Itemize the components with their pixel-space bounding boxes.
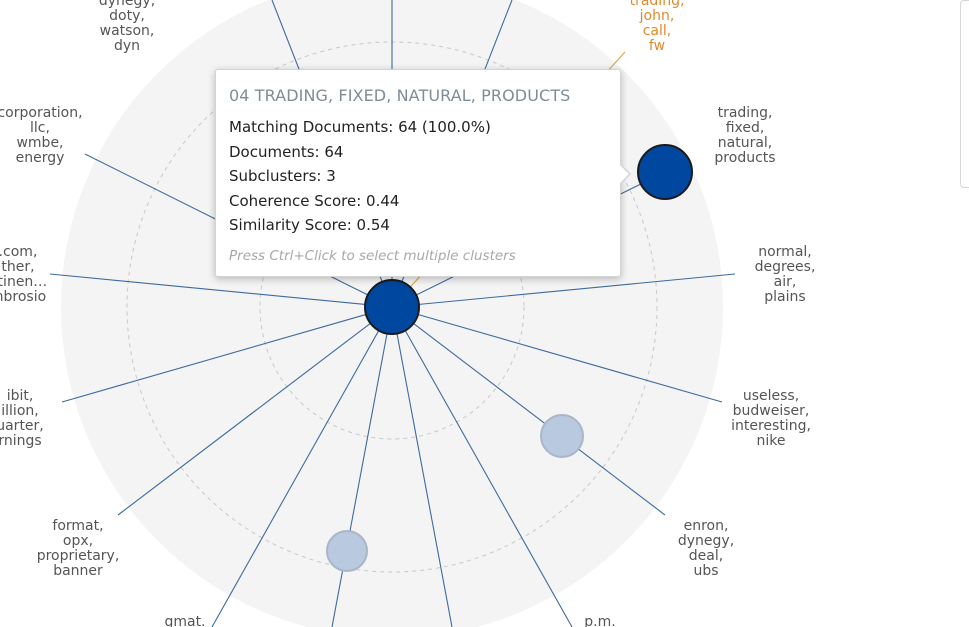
- label-useless[interactable]: useless, budweiser, interesting, nike: [731, 388, 811, 449]
- center-cluster-node[interactable]: [364, 279, 420, 335]
- label-gmat[interactable]: gmat.: [164, 614, 205, 627]
- subcluster-node-trading[interactable]: [637, 144, 693, 200]
- label-line: banner: [53, 563, 103, 579]
- label-line: doty,: [109, 8, 145, 24]
- label-line: call,: [643, 23, 672, 39]
- label-line: john,: [639, 8, 675, 24]
- label-tr[interactable]: trading, john, call, fw: [630, 0, 685, 54]
- label-normal[interactable]: normal, degrees, air, plains: [755, 244, 816, 305]
- tooltip-subclusters: Subclusters: 3: [229, 167, 336, 185]
- label-line: dynegy,: [678, 533, 734, 549]
- label-line: gmat.: [164, 614, 205, 627]
- label-trading[interactable]: trading, fixed, natural, products: [714, 105, 775, 166]
- label-line: interesting,: [731, 418, 811, 434]
- tooltip-coherence-score: Coherence Score: 0.44: [229, 191, 400, 210]
- label-line: deal,: [689, 548, 723, 564]
- label-line: rnings: [0, 433, 42, 449]
- label-tl[interactable]: dynegy, doty, watson, dyn: [99, 0, 155, 54]
- label-line: trading,: [718, 105, 773, 121]
- label-line: ubs: [693, 563, 718, 579]
- label-enron[interactable]: enron, dynegy, deal, ubs: [678, 518, 734, 579]
- label-line: format,: [52, 518, 103, 534]
- tooltip-documents: Documents: 64: [229, 142, 344, 161]
- label-line: enron,: [684, 518, 729, 534]
- label-line: .com,: [0, 244, 37, 260]
- tooltip-similarity-score: Similarity Score: 0.54: [229, 216, 390, 234]
- label-line: llc,: [30, 120, 50, 136]
- label-line: mbrosio: [0, 289, 46, 305]
- label-line: degrees,: [755, 259, 816, 275]
- label-line: useless,: [743, 388, 799, 404]
- label-line: nike: [757, 433, 786, 449]
- subcluster-node-faded-bottom[interactable]: [326, 530, 368, 572]
- tooltip-title: 04 TRADING, FIXED, NATURAL, PRODUCTS: [229, 86, 571, 105]
- label-line: energy: [16, 150, 65, 166]
- label-line: illion,: [1, 403, 38, 419]
- subcluster-node-faded-right[interactable]: [540, 414, 584, 458]
- label-line: p.m.: [584, 614, 615, 627]
- label-line: products: [714, 150, 775, 166]
- label-line: ther,: [1, 259, 34, 275]
- label-line: ntinen…: [0, 274, 47, 290]
- label-line: fixed,: [726, 120, 765, 136]
- label-line: proprietary,: [37, 548, 120, 564]
- label-line: wmbe,: [16, 135, 63, 151]
- label-line: opx,: [63, 533, 93, 549]
- label-line: uarter,: [0, 418, 44, 434]
- tooltip-matching-documents: Matching Documents: 64 (100.0%): [229, 118, 491, 136]
- label-line: dyn: [114, 38, 140, 54]
- label-line: normal,: [758, 244, 812, 260]
- label-line: watson,: [100, 23, 155, 39]
- label-line: fw: [649, 38, 665, 54]
- label-line: natural,: [718, 135, 773, 151]
- label-line: budweiser,: [733, 403, 810, 419]
- label-line: plains: [764, 289, 805, 305]
- label-format[interactable]: format, opx, proprietary, banner: [37, 518, 120, 579]
- tooltip-pointer: [619, 163, 631, 185]
- label-line: air,: [774, 274, 797, 290]
- label-pm[interactable]: p.m.: [584, 614, 615, 627]
- tooltip-hint: Press Ctrl+Click to select multiple clus…: [229, 247, 516, 264]
- label-com[interactable]: .com,ther,ntinen…mbrosio: [0, 244, 47, 305]
- cluster-tooltip: 04 TRADING, FIXED, NATURAL, PRODUCTS Mat…: [215, 69, 631, 277]
- side-panel-edge[interactable]: [960, 0, 969, 188]
- label-ibit[interactable]: ibit, illion, uarter, rnings: [0, 388, 44, 449]
- label-line: corporation,: [0, 105, 83, 121]
- label-corp[interactable]: corporation, llc, wmbe, energy: [0, 105, 83, 166]
- label-line: ibit,: [7, 388, 34, 404]
